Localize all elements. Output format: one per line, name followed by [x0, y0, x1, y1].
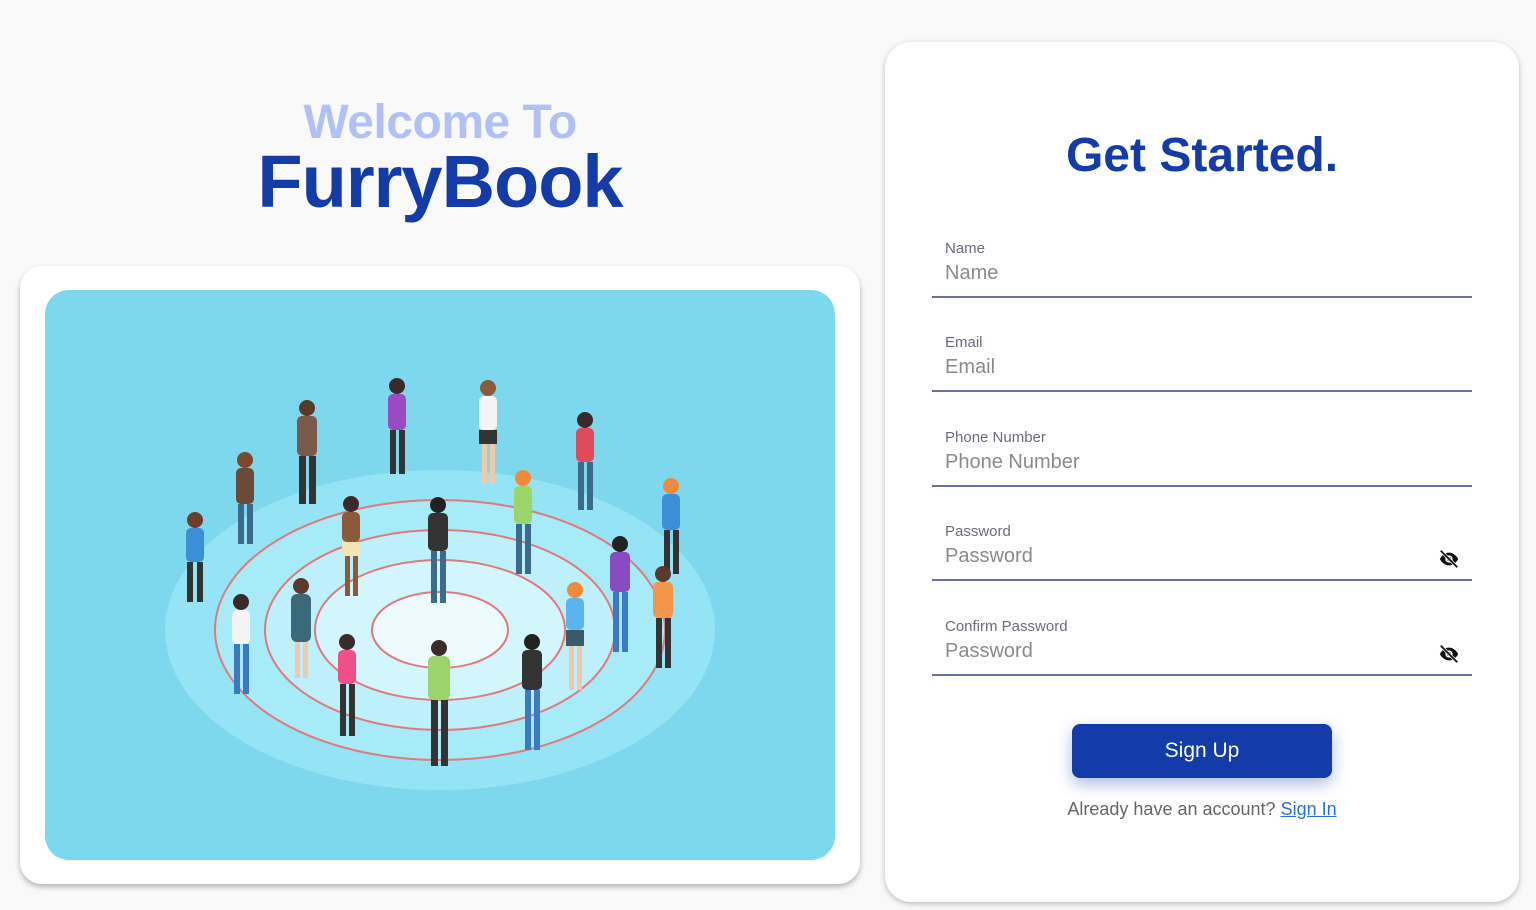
email-label: Email — [945, 334, 983, 351]
signin-prompt-row: Already have an account? Sign In — [885, 799, 1519, 820]
phone-label: Phone Number — [945, 429, 1046, 446]
name-label: Name — [945, 240, 986, 257]
password-label: Password — [945, 523, 1011, 540]
phone-input[interactable] — [945, 447, 1425, 477]
brand-title: FurryBook — [257, 140, 623, 223]
signup-card: Get Started. Name Email Phone Number Pas… — [885, 42, 1519, 902]
sign-in-link[interactable]: Sign In — [1281, 799, 1337, 819]
illustration-card — [20, 266, 860, 884]
email-input[interactable] — [945, 352, 1425, 382]
eye-off-icon[interactable] — [1438, 643, 1460, 665]
eye-off-icon[interactable] — [1438, 548, 1460, 570]
people-crowd-illustration — [45, 290, 835, 860]
password-field: Password — [932, 523, 1472, 581]
confirm-password-input[interactable] — [945, 636, 1425, 666]
phone-field: Phone Number — [932, 429, 1472, 487]
form-title: Get Started. — [1065, 129, 1339, 182]
password-input[interactable] — [945, 541, 1425, 571]
sign-up-button[interactable]: Sign Up — [1072, 724, 1332, 778]
email-field: Email — [932, 334, 1472, 392]
confirm-password-label: Confirm Password — [945, 618, 1068, 635]
signin-prompt: Already have an account? — [1067, 799, 1276, 819]
name-input[interactable] — [945, 258, 1425, 288]
name-field: Name — [932, 240, 1472, 298]
confirm-password-field: Confirm Password — [932, 618, 1472, 676]
